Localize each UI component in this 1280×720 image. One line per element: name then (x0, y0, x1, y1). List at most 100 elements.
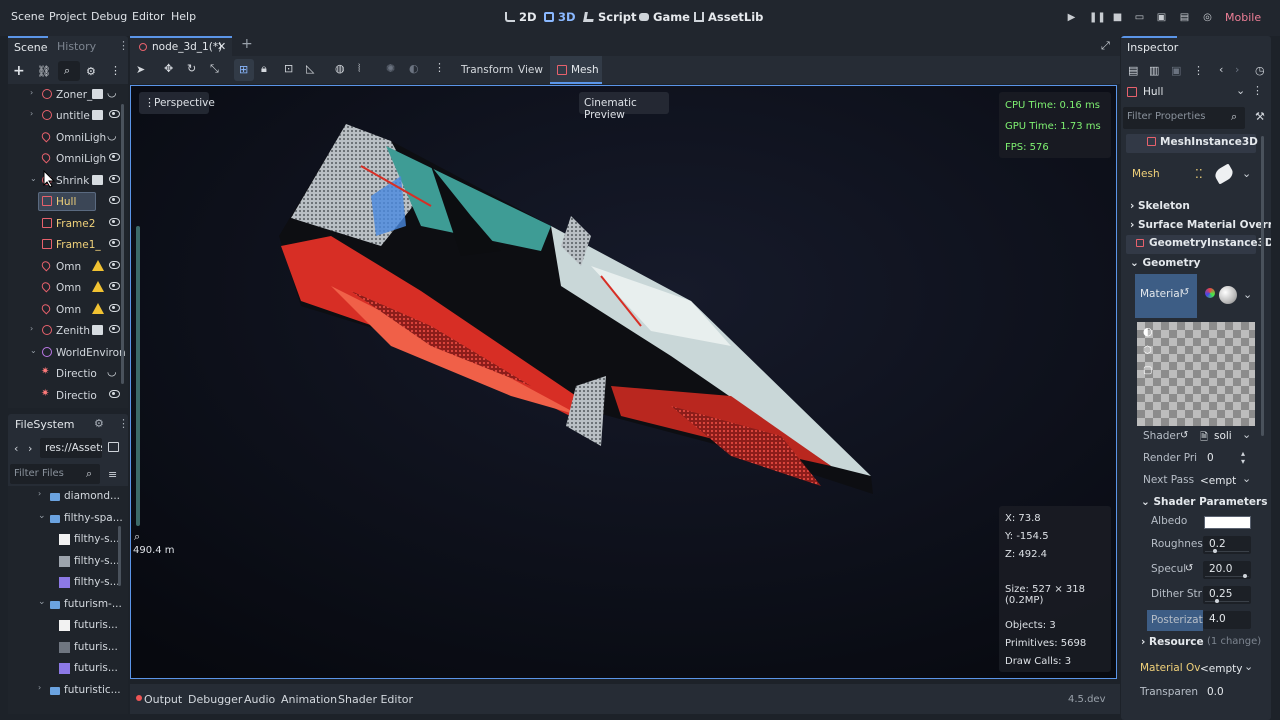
add-tab-icon[interactable]: + (241, 36, 253, 52)
menu-editor[interactable]: Editor (132, 10, 165, 23)
back-icon[interactable]: ‹ (14, 442, 18, 455)
list-item[interactable]: › futuristic... (8, 680, 126, 701)
new-resource-icon[interactable]: ▤ (1128, 64, 1138, 77)
select-tool-icon[interactable]: ➤ (136, 63, 145, 76)
tree-node[interactable]: › Zoner_ ◡ (8, 84, 126, 105)
material-override-value[interactable]: <empty ⌄ (1198, 660, 1253, 678)
menu-help[interactable]: Help (171, 10, 196, 23)
load-resource-icon[interactable]: ▥ (1149, 64, 1159, 77)
section-shader-parameters[interactable]: ⌄ Shader Parameters (1141, 496, 1267, 508)
chevron-right-icon[interactable]: › (30, 109, 33, 118)
chevron-down-icon[interactable]: ⌄ (30, 346, 37, 355)
mesh-preview[interactable] (1212, 163, 1236, 185)
material-preview[interactable] (1219, 286, 1237, 304)
group-icon[interactable]: ⊡ (284, 62, 293, 75)
remote-debug-icon[interactable]: ▭ (1134, 12, 1145, 23)
menu-project[interactable]: Project (49, 10, 87, 23)
chevron-right-icon[interactable]: › (30, 88, 33, 97)
tree-node[interactable]: OmniLight (8, 148, 126, 169)
tree-node[interactable]: ✷ Directio (8, 385, 126, 406)
scene-instance-icon[interactable] (92, 325, 103, 335)
zoom-slider[interactable] (136, 226, 140, 526)
eye-icon[interactable] (109, 110, 120, 118)
scene-instance-icon[interactable] (92, 89, 103, 99)
ruler-icon[interactable]: ◺ (306, 62, 314, 75)
transparency-slider[interactable]: 0.0 (1203, 684, 1253, 702)
list-item[interactable]: futuris... (8, 615, 126, 636)
more-icon[interactable]: ⋮ (110, 64, 121, 77)
scrollbar[interactable] (121, 104, 124, 384)
environment-icon[interactable]: ◐ (409, 62, 419, 75)
revert-icon[interactable]: ↺ (1180, 430, 1188, 441)
eye-icon[interactable] (109, 282, 120, 290)
box-icon[interactable]: ▢ (1143, 365, 1152, 376)
save-icon[interactable]: ▣ (1171, 64, 1181, 77)
sun-icon[interactable]: ✺ (386, 62, 395, 75)
3d-viewport[interactable]: ⋮ Perspective Cinematic Preview CPU Time… (130, 85, 1117, 679)
play-scene-icon[interactable]: ▣ (1156, 12, 1167, 23)
play-custom-icon[interactable]: ▤ (1179, 12, 1190, 23)
list-item[interactable]: futuris... (8, 637, 126, 658)
tab-scene[interactable]: Scene (8, 36, 48, 56)
list-item[interactable]: ⌄ filthy-spa... (8, 508, 126, 529)
chevron-down-icon[interactable]: ⌄ (1243, 288, 1252, 301)
add-node-icon[interactable]: + (13, 63, 25, 79)
forward-icon[interactable]: › (28, 442, 32, 455)
play-icon[interactable]: ▶ (1066, 12, 1077, 23)
tab-audio[interactable]: Audio (244, 693, 275, 706)
transform-gizmo-icon[interactable]: ◍ (335, 62, 345, 75)
eye-icon[interactable] (109, 153, 120, 161)
tree-node[interactable]: Omn (8, 277, 126, 298)
attach-script-icon[interactable]: ⚙ (86, 65, 96, 78)
rotate-tool-icon[interactable]: ↻ (187, 62, 196, 75)
eye-icon[interactable] (109, 304, 120, 312)
chevron-right-icon[interactable]: › (38, 489, 41, 498)
back-icon[interactable]: ‹ (1219, 63, 1223, 76)
object-menu-icon[interactable]: ⋮ (1252, 84, 1263, 97)
dock-menu-icon[interactable]: ⋮ (118, 417, 129, 430)
tab-inspector[interactable]: Inspector (1121, 36, 1178, 56)
chevron-right-icon[interactable]: › (38, 683, 41, 692)
next-pass-value[interactable]: <empt ⌄ (1198, 472, 1253, 490)
eye-icon[interactable] (109, 175, 120, 183)
cinematic-preview-toggle[interactable]: Cinematic Preview (579, 92, 669, 121)
tab-animation[interactable]: Animation (281, 693, 337, 706)
scrollbar[interactable] (1261, 136, 1264, 436)
tab-filesystem[interactable]: FileSystem (15, 418, 74, 431)
link-icon[interactable]: ⛓ (37, 65, 51, 78)
snap-icon[interactable]: ⦚ (358, 62, 360, 76)
path-field[interactable]: res://Assets (40, 438, 102, 458)
scale-tool-icon[interactable]: ⤡ (210, 62, 219, 76)
warning-icon[interactable] (92, 260, 104, 271)
visibility-icon[interactable]: ◡ (107, 129, 117, 142)
movie-maker-icon[interactable]: ◎ (1202, 12, 1213, 23)
node-selector[interactable]: Hull ⌄ (1124, 82, 1246, 102)
transform-menu[interactable]: Transform (461, 64, 513, 76)
tab-debugger[interactable]: Debugger (188, 693, 242, 706)
local-space-button[interactable]: ⊞ (234, 59, 254, 81)
list-item[interactable]: › diamond... (8, 486, 126, 507)
tab-shader-editor[interactable]: Shader Editor (338, 693, 413, 706)
stop-icon[interactable]: ■ (1112, 12, 1123, 23)
scrollbar[interactable] (118, 526, 121, 586)
eye-icon[interactable] (109, 390, 120, 398)
specular-slider[interactable]: 20.0 (1203, 561, 1251, 579)
chevron-down-icon[interactable]: ⌄ (1242, 167, 1251, 180)
tree-node[interactable]: › Zenith (8, 320, 126, 341)
tree-node[interactable]: ✷ Directio ◡ (8, 363, 126, 384)
tree-node[interactable]: Frame2 (8, 213, 126, 234)
roughness-slider[interactable]: 0.2 (1203, 536, 1251, 554)
tree-node[interactable]: Frame1_ (8, 234, 126, 255)
tab-output[interactable]: Output (144, 693, 182, 706)
list-item[interactable]: filthy-s... (8, 529, 126, 550)
dock-menu-icon[interactable]: ⋮ (118, 39, 129, 52)
filter-nodes-button[interactable]: ⌕ (58, 61, 80, 81)
render-priority-spinbox[interactable]: 0 ▴ ▾ (1203, 450, 1251, 468)
eye-icon[interactable] (109, 218, 120, 226)
menu-scene[interactable]: Scene (11, 10, 45, 23)
shader-value[interactable]: 🗎︎ soli ⌄ (1198, 428, 1253, 446)
pause-icon[interactable]: ❚❚ (1089, 12, 1106, 23)
dither-strength-slider[interactable]: 0.25 (1203, 586, 1251, 604)
tree-node[interactable]: Omn (8, 299, 126, 320)
section-surface-material[interactable]: › Surface Material Overrid (1130, 219, 1271, 231)
